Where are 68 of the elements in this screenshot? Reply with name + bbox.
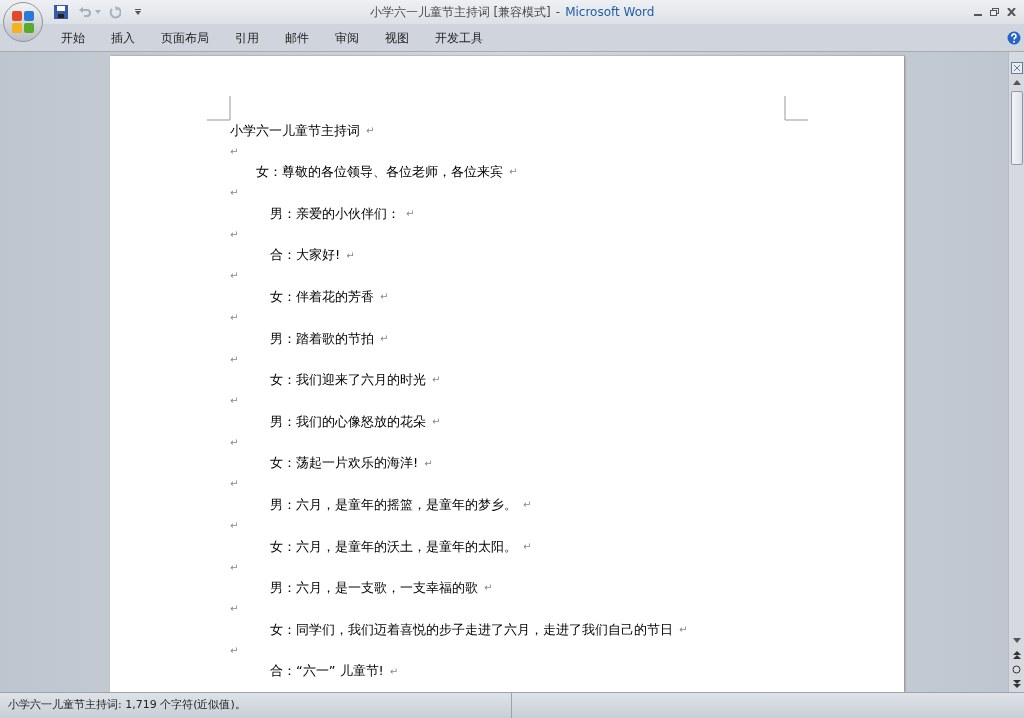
paragraph-mark: ↵	[484, 581, 493, 596]
paragraph-mark: ↵	[230, 394, 239, 409]
paragraph-mark: ↵	[406, 207, 415, 222]
paragraph-text: 男：我们的心像怒放的花朵	[270, 412, 426, 431]
help-icon[interactable]	[1007, 30, 1021, 45]
paragraph-mark: ↵	[389, 664, 399, 679]
ribbon-tab[interactable]: 审阅	[322, 26, 372, 49]
paragraph-mark: ↵	[523, 498, 532, 513]
ribbon-tab[interactable]: 开发工具	[422, 26, 496, 49]
window-title: 小学六一儿童节主持词 [兼容模式]	[369, 4, 551, 21]
paragraph-mark: ↵	[230, 311, 239, 326]
paragraph-mark: ↵	[346, 248, 355, 263]
scroll-down-icon[interactable]	[1012, 638, 1021, 643]
paragraph-mark: ↵	[230, 643, 239, 658]
paragraph-mark: ↵	[432, 415, 441, 430]
browse-object-icon[interactable]	[1012, 665, 1021, 674]
scrollbar-thumb[interactable]	[1010, 91, 1023, 165]
margin-corner-mark	[784, 96, 808, 121]
paragraph-mark: ↵	[432, 373, 441, 388]
paragraph-mark: ↵	[230, 602, 239, 617]
paragraph-text: 合：大家好!	[270, 246, 341, 265]
paragraph-mark: ↵	[380, 290, 389, 305]
paragraph-mark: ↵	[230, 352, 239, 367]
paragraph-text: 女：六月，是童年的沃土，是童年的太阳。	[270, 537, 517, 556]
ribbon-tab[interactable]: 开始	[48, 26, 98, 49]
paragraph-mark: ↵	[230, 186, 239, 201]
scroll-up-icon[interactable]	[1012, 80, 1021, 85]
ribbon-tab[interactable]: 页面布局	[148, 26, 222, 49]
paragraph-mark: ↵	[230, 435, 239, 450]
ribbon-tab[interactable]: 邮件	[272, 26, 322, 49]
paragraph-text: 女：荡起一片欢乐的海洋!	[270, 454, 419, 473]
paragraph-mark: ↵	[230, 519, 239, 534]
paragraph-text: 合：“六一” 儿童节!	[270, 662, 384, 681]
paragraph-text: 女：同学们，我们迈着喜悦的步子走进了六月，走进了我们自己的节日	[270, 620, 673, 639]
title-separator: -	[555, 4, 561, 21]
app-name: Microsoft Word	[565, 4, 655, 21]
restore-icon[interactable]	[990, 8, 999, 16]
customize-toolbar-icon[interactable]	[135, 9, 141, 15]
close-icon[interactable]	[1007, 8, 1016, 16]
ribbon-tab[interactable]: 视图	[372, 26, 422, 49]
paragraph-mark: ↵	[509, 165, 518, 180]
paragraph-text: 男：亲爱的小伙伴们：	[270, 204, 400, 223]
save-icon[interactable]	[54, 5, 68, 19]
ruler-toggle-icon[interactable]	[1010, 62, 1023, 74]
office-logo-icon	[12, 11, 34, 33]
previous-page-icon[interactable]	[1012, 651, 1021, 659]
ribbon-tab[interactable]: 插入	[98, 26, 148, 49]
paragraph-mark: ↵	[424, 456, 433, 471]
paragraph-mark: ↵	[230, 269, 239, 284]
next-page-icon[interactable]	[1012, 680, 1021, 688]
paragraph-mark: ↵	[523, 539, 532, 554]
paragraph-mark: ↵	[366, 123, 375, 138]
document-title: 小学六一儿童节主持词	[230, 121, 360, 140]
paragraph-mark: ↵	[380, 331, 389, 346]
paragraph-text: 男：六月，是童年的摇篮，是童年的梦乡。	[270, 496, 517, 514]
paragraph-mark: ↵	[679, 623, 688, 637]
paragraph-text: 男：六月，是一支歌，一支幸福的歌	[270, 579, 478, 598]
ribbon-tab[interactable]: 引用	[222, 26, 272, 49]
paragraph-mark: ↵	[230, 477, 239, 492]
margin-corner-mark	[207, 96, 231, 121]
status-text: 小学六一儿童节主持词: 1,719 个字符(近似值)。	[8, 697, 246, 714]
paragraph-text: 女：我们迎来了六月的时光	[270, 371, 426, 390]
paragraph-mark: ↵	[230, 227, 239, 242]
paragraph-mark: ↵	[230, 560, 239, 575]
paragraph-mark: ↵	[230, 144, 239, 159]
paragraph-text: 女：尊敬的各位领导、各位老师，各位来宾	[256, 163, 503, 182]
paragraph-text: 男：踏着歌的节拍	[270, 329, 374, 348]
paragraph-text: 女：伴着花的芳香	[270, 288, 374, 306]
